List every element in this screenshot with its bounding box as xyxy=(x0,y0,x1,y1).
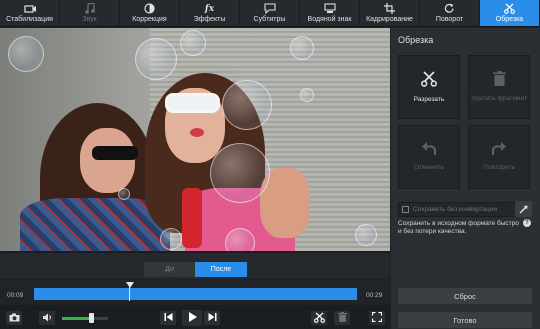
soap-bubble xyxy=(222,80,272,130)
reset-button[interactable]: Сброс xyxy=(398,288,532,304)
delete-fragment-label: Удалить фрагмент xyxy=(470,95,528,102)
soap-bubble xyxy=(300,88,314,102)
tab-effects[interactable]: fx Эффекты xyxy=(180,0,240,26)
soap-bubble xyxy=(135,38,177,80)
tab-crop-label: Кадрирование xyxy=(366,16,413,23)
save-without-conversion-label: Сохранить без конвертации xyxy=(413,206,498,213)
bubble-bottle xyxy=(182,188,202,248)
tab-subtitles[interactable]: Субтитры xyxy=(240,0,300,26)
soap-bubble xyxy=(355,224,377,246)
after-button[interactable]: После xyxy=(195,262,247,277)
mute-button[interactable] xyxy=(39,311,55,325)
soap-bubble xyxy=(180,30,206,56)
trash-icon xyxy=(337,312,347,324)
magic-wand-icon xyxy=(515,201,532,217)
scissors-icon xyxy=(313,312,325,325)
conversion-description: Сохранить в исходном формате быстро и бе… xyxy=(398,220,519,235)
tab-correction[interactable]: Коррекция xyxy=(120,0,180,26)
volume-level xyxy=(62,317,91,320)
tab-subtitles-label: Субтитры xyxy=(253,16,286,23)
crop-icon xyxy=(383,3,397,14)
trash-icon xyxy=(492,71,506,89)
person-left-sunglasses xyxy=(92,146,138,160)
video-frame[interactable] xyxy=(0,28,390,251)
soap-bubble xyxy=(290,36,314,60)
save-without-conversion-option[interactable]: Сохранить без конвертации xyxy=(398,202,532,217)
editor-toolbar: Стабилизация Звук Коррекция fx Эффекты С… xyxy=(0,0,540,27)
delete-fragment-button[interactable]: Удалить фрагмент xyxy=(468,55,530,119)
soap-bubble xyxy=(225,228,255,251)
next-button[interactable] xyxy=(204,311,220,325)
tab-watermark-label: Водяной знак xyxy=(307,16,352,23)
undo-button[interactable]: Отменить xyxy=(398,125,460,189)
split-tool-label: Разрезать xyxy=(413,95,445,103)
before-button[interactable]: До xyxy=(144,262,195,277)
done-button[interactable]: Готово xyxy=(398,312,532,328)
camera-icon xyxy=(9,313,20,324)
fx-icon: fx xyxy=(204,3,215,14)
end-time: 00:29 xyxy=(366,292,383,299)
tab-audio[interactable]: Звук xyxy=(60,0,120,26)
redo-icon xyxy=(491,142,506,158)
playhead-handle[interactable] xyxy=(126,282,135,288)
rotate-icon xyxy=(443,3,457,14)
panel-title: Обрезка xyxy=(398,35,434,45)
playhead[interactable] xyxy=(126,282,135,302)
snapshot-button[interactable] xyxy=(6,311,22,325)
tab-effects-label: Эффекты xyxy=(193,16,226,23)
tab-crop[interactable]: Кадрирование xyxy=(360,0,420,26)
playhead-line xyxy=(129,287,131,301)
split-tool-button[interactable]: Разрезать xyxy=(398,55,460,119)
volume-knob[interactable] xyxy=(88,313,94,323)
help-icon[interactable]: ? xyxy=(523,219,531,227)
split-button[interactable] xyxy=(311,311,327,325)
stabilization-icon xyxy=(23,3,37,14)
person-right-lips xyxy=(190,128,204,137)
redo-label: Повторить xyxy=(483,164,515,171)
tab-watermark[interactable]: Водяной знак xyxy=(300,0,360,26)
scissors-icon xyxy=(421,70,437,90)
previous-button[interactable] xyxy=(160,311,176,325)
fullscreen-icon xyxy=(371,311,383,324)
music-note-icon xyxy=(83,3,97,14)
watermark-icon xyxy=(323,3,337,14)
tab-trim-label: Обрезка xyxy=(495,16,524,23)
tab-rotate[interactable]: Поворот xyxy=(420,0,480,26)
speaker-icon xyxy=(42,313,53,324)
play-button[interactable] xyxy=(182,310,202,326)
redo-button[interactable]: Повторить xyxy=(468,125,530,189)
skip-forward-icon xyxy=(208,313,217,323)
tab-stabilization-label: Стабилизация xyxy=(6,16,53,23)
play-icon xyxy=(188,312,197,324)
person-left-face xyxy=(80,128,135,193)
skip-back-icon xyxy=(164,313,173,323)
fullscreen-button[interactable] xyxy=(369,311,385,325)
scissors-icon xyxy=(503,3,517,14)
tab-correction-label: Коррекция xyxy=(132,16,167,23)
undo-label: Отменить xyxy=(414,164,444,171)
contrast-icon xyxy=(143,3,157,14)
soap-bubble xyxy=(8,36,44,72)
speech-bubble-icon xyxy=(263,3,277,14)
video-preview-area xyxy=(0,28,390,253)
soap-bubble xyxy=(118,188,130,200)
tab-stabilization[interactable]: Стабилизация xyxy=(0,0,60,26)
tab-rotate-label: Поворот xyxy=(435,16,464,23)
tab-trim[interactable]: Обрезка xyxy=(480,0,540,26)
start-time: 00:09 xyxy=(7,292,24,299)
undo-icon xyxy=(422,142,437,158)
person-right-sunglasses xyxy=(165,93,220,113)
tab-audio-label: Звук xyxy=(82,16,97,23)
delete-button[interactable] xyxy=(334,311,350,325)
soap-bubble xyxy=(210,143,270,203)
soap-bubble xyxy=(160,228,182,250)
timeline-track[interactable] xyxy=(34,288,357,300)
save-without-conversion-checkbox[interactable] xyxy=(402,206,409,213)
